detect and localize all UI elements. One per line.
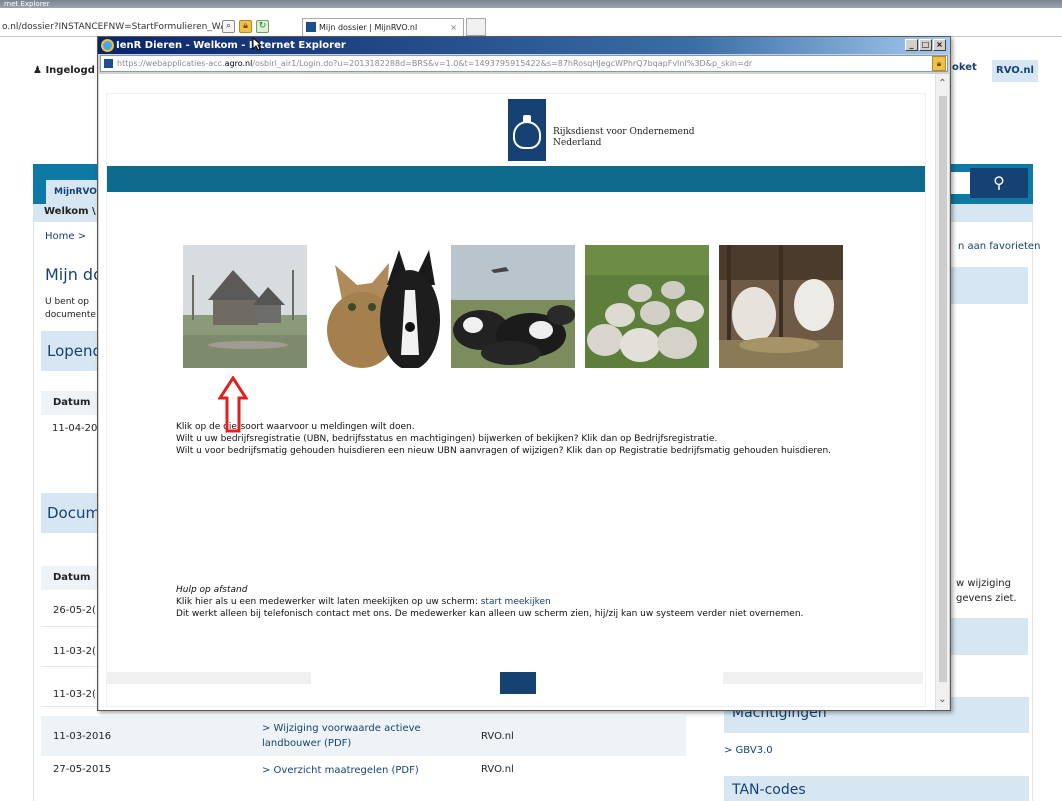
document-date: 11-03-2( (53, 689, 96, 700)
logged-in-user[interactable]: ♟ Ingelogd (33, 65, 95, 76)
instruction-line: Wilt u voor bedrijfsmatig gehouden huisd… (176, 446, 832, 456)
remote-help: Hulp op afstand Klik hier als u een mede… (176, 584, 803, 620)
popup-title: IenR Dieren - Welkom - Internet Explorer (116, 40, 346, 51)
page-icon (104, 59, 113, 68)
mouse-cursor-icon (252, 37, 262, 51)
lock-icon[interactable]: 🔒︎ (932, 56, 946, 71)
search-icon[interactable]: ⌕ (222, 20, 235, 33)
instructions: Klik op de diersoort waarvoor u meldinge… (176, 421, 831, 457)
chevron-down-icon[interactable]: ⌄ (936, 692, 949, 708)
popup-title-bar[interactable]: IenR Dieren - Welkom - Internet Explorer… (98, 37, 950, 54)
chevron-up-icon[interactable]: ⌃ (936, 76, 949, 92)
sheep-photo[interactable] (585, 245, 709, 368)
animal-photos (183, 245, 843, 368)
instruction-line: Klik op de diersoort waarvoor u meldinge… (176, 422, 415, 432)
internet-explorer-icon (101, 39, 114, 52)
popup-window: IenR Dieren - Welkom - Internet Explorer… (97, 36, 951, 711)
document-date: 11-03-2016 (53, 731, 112, 742)
document-date: 26-05-2( (53, 605, 96, 616)
gbv-link[interactable]: > GBV3.0 (724, 745, 773, 756)
remote-help-title: Hulp op afstand (176, 585, 248, 595)
farm-photo[interactable] (183, 245, 307, 368)
url-prefix: https://webapplicaties-acc. (117, 59, 225, 68)
refresh-icon[interactable]: ↻ (256, 20, 269, 33)
pets-photo[interactable] (317, 245, 441, 368)
minimize-button[interactable]: _ (905, 39, 918, 51)
lock-icon[interactable]: 🔒︎ (239, 20, 252, 33)
close-icon[interactable]: × (450, 19, 457, 36)
add-to-favorites-link[interactable]: n aan favorieten (958, 241, 1040, 252)
document-source: RVO.nl (481, 731, 514, 742)
footer-left (107, 672, 311, 684)
user-icon: ♟ (33, 65, 46, 76)
red-arrow-annotation (218, 376, 248, 433)
maximize-button[interactable]: □ (919, 39, 932, 51)
goats-photo[interactable] (719, 245, 843, 368)
document-link[interactable]: > Overzicht maatregelen (PDF) (262, 763, 419, 778)
loket-link[interactable]: oket (952, 62, 977, 73)
background-window-title: rnet Explorer (0, 0, 1062, 8)
breadcrumb[interactable]: Home > (45, 231, 86, 242)
logo-wordmark: Rijksdienst voor Ondernemend Nederland (553, 127, 695, 148)
url-host: agro.nl (224, 59, 253, 68)
document-date: 27-05-2015 (53, 764, 112, 775)
document-date: 11-03-2( (53, 646, 96, 657)
rijksoverheid-logo (508, 99, 546, 161)
background-address-bar[interactable]: o.nl/dossier?INSTANCEFNW=StartFormuliere… (0, 18, 250, 36)
background-tab[interactable]: Mijn dossier | MijnRVO.nl × (302, 18, 464, 36)
remote-help-line: Dit werkt alleen bij telefonisch contact… (176, 609, 804, 619)
vertical-scrollbar[interactable]: ⌃ ⌄ (935, 74, 949, 710)
search-icon: ⚲ (993, 173, 1005, 192)
side-panel-block (948, 618, 1028, 655)
side-panel-block (948, 267, 1028, 304)
tan-codes-heading: TAN-codes (724, 776, 1029, 801)
intro-text: U bent op documente (45, 297, 96, 320)
close-button[interactable]: × (933, 39, 946, 51)
header-bar (107, 166, 925, 192)
page-icon (306, 22, 316, 32)
welcome-text: Welkom \ (44, 206, 96, 217)
url-rest: /osbiri_air1/Login.do?u=2013182288d=BRS&… (252, 59, 753, 68)
window-controls: _ □ × (905, 39, 946, 51)
scrollbar-thumb[interactable] (939, 96, 947, 682)
new-tab-button[interactable] (466, 18, 486, 36)
remote-help-line: Klik hier als u een medewerker wilt late… (176, 597, 551, 607)
background-address-icons: ⌕ 🔒︎ ↻ (222, 20, 269, 33)
document-source: RVO.nl (481, 764, 514, 775)
popup-address-bar[interactable]: https://webapplicaties-acc.agro.nl/osbir… (100, 55, 948, 72)
start-meekijken-link[interactable]: start meekijken (481, 597, 551, 607)
lopend-date: 11-04-20 (52, 423, 98, 434)
footer-right (723, 672, 923, 684)
search-button[interactable]: ⚲ (970, 168, 1028, 198)
rvo-button[interactable]: RVO.nl (992, 60, 1038, 82)
crest-icon (513, 115, 541, 149)
instruction-line: Wilt u uw bedrijfsregistratie (UBN, bedr… (176, 434, 718, 444)
document-link[interactable]: > Wijziging voorwaarde actieve landbouwe… (262, 721, 442, 751)
footer-logo-block (500, 672, 536, 694)
cows-photo[interactable] (451, 245, 575, 368)
side-info-text: w wijziging gevens ziet. (956, 578, 1017, 604)
background-tab-title: Mijn dossier | MijnRVO.nl (319, 23, 418, 32)
